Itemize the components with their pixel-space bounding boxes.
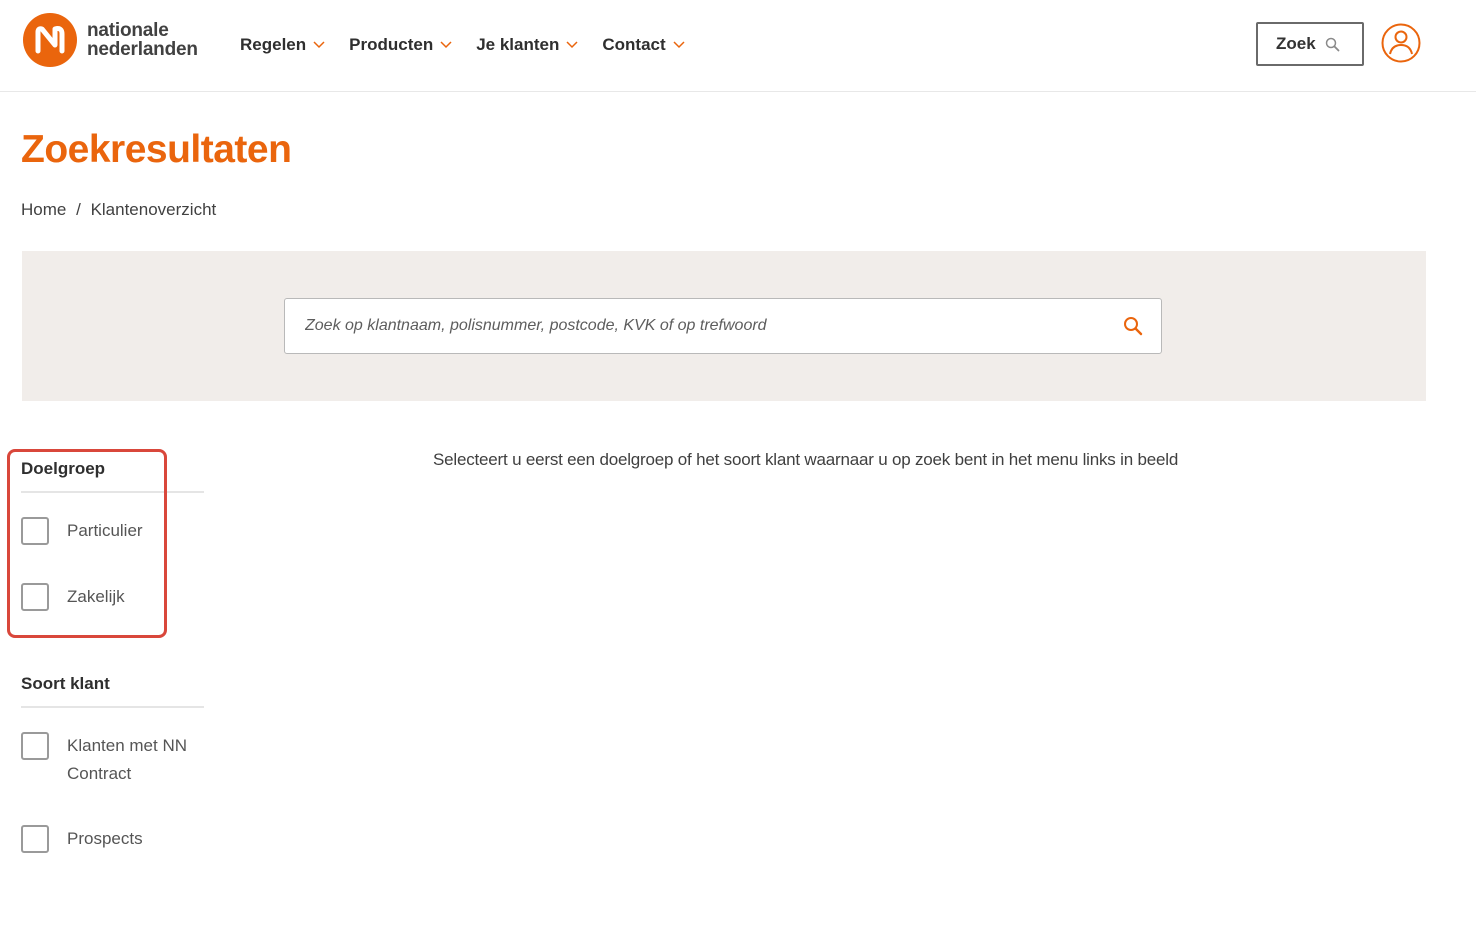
checkbox-box[interactable] [21,825,49,853]
checkbox-box[interactable] [21,732,49,760]
breadcrumb-klantenoverzicht[interactable]: Klantenoverzicht [91,200,217,219]
search-icon[interactable] [1123,316,1143,336]
checkbox-label: Particulier [67,521,143,540]
nn-logo-icon [23,13,77,67]
brand-logo[interactable]: nationale nederlanden [22,12,198,68]
chevron-down-icon [440,41,452,49]
top-header: nationale nederlanden Regelen Producten … [0,0,1476,92]
search-box [284,298,1162,354]
brand-line-2: nederlanden [87,39,198,60]
main-nav: Regelen Producten Je klanten Contact [240,31,709,59]
filter-doelgroep: Doelgroep Particulier Zakelijk [21,459,204,611]
nav-item-label: Je klanten [476,35,560,54]
chevron-down-icon [566,41,578,49]
page-title: Zoekresultaten [21,128,292,171]
header-search-button[interactable]: Zoek [1256,22,1364,66]
brand-wordmark: nationale nederlanden [87,21,198,59]
checkbox-box[interactable] [21,583,49,611]
chevron-down-icon [673,41,685,49]
checkbox-label: Zakelijk [67,587,125,606]
breadcrumb: Home / Klantenoverzicht [21,200,216,220]
chevron-down-icon [313,41,325,49]
nav-item-label: Regelen [240,35,307,54]
breadcrumb-home[interactable]: Home [21,200,66,219]
checkbox-label: Klanten met NN Contract [67,736,187,783]
header-search-label: Zoek [1276,34,1316,53]
search-panel [22,251,1426,401]
filter-soort-klant: Soort klant Klanten met NN Contract Pros… [21,674,204,853]
nav-item-je-klanten[interactable]: Je klanten [476,31,578,59]
nav-item-contact[interactable]: Contact [602,31,685,59]
search-input[interactable] [285,299,1123,353]
brand-line-1: nationale [87,20,169,41]
checkbox-zakelijk[interactable]: Zakelijk [21,583,204,611]
nav-item-label: Contact [602,35,666,54]
breadcrumb-separator: / [76,200,81,219]
user-icon[interactable] [1381,23,1421,63]
checkbox-box[interactable] [21,517,49,545]
filter-heading-soort-klant: Soort klant [21,674,204,708]
search-icon [1325,37,1340,51]
nav-item-regelen[interactable]: Regelen [240,31,325,59]
checkbox-particulier[interactable]: Particulier [21,517,204,545]
nav-item-producten[interactable]: Producten [349,31,452,59]
filter-heading-doelgroep: Doelgroep [21,459,204,493]
checkbox-label: Prospects [67,829,143,848]
checkbox-prospects[interactable]: Prospects [21,825,204,853]
instruction-message: Selecteert u eerst een doelgroep of het … [433,450,1179,469]
nav-item-label: Producten [349,35,434,54]
checkbox-klanten-met-nn-contract[interactable]: Klanten met NN Contract [21,732,204,788]
